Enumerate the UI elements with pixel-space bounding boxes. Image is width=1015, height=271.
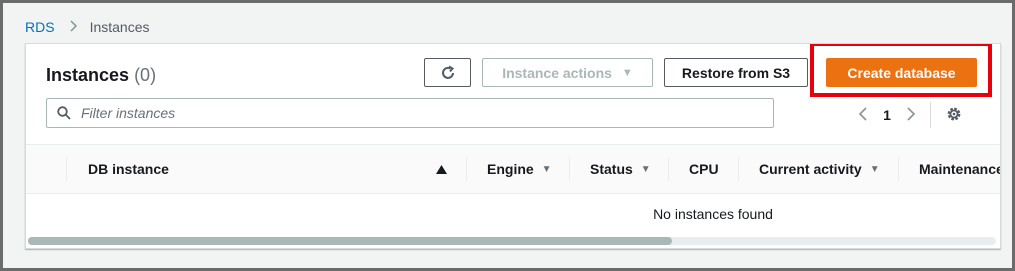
title-text: Instances [46, 65, 130, 85]
column-divider [66, 157, 67, 181]
refresh-icon [441, 65, 454, 79]
next-page-button[interactable] [900, 105, 922, 126]
breadcrumb: RDS Instances [25, 19, 150, 35]
pagination: 1 [852, 102, 963, 128]
table-header: DB instance Engine ▼ Status ▼ CPU Curren… [26, 144, 1000, 194]
current-page[interactable]: 1 [874, 107, 900, 123]
instance-actions-button[interactable]: Instance actions ▼ [482, 58, 653, 87]
chevron-right-icon [907, 106, 916, 121]
breadcrumb-rds-link[interactable]: RDS [25, 19, 55, 35]
column-divider [569, 157, 570, 181]
caret-down-icon: ▼ [621, 66, 633, 79]
settings-button[interactable] [945, 105, 963, 126]
column-divider [466, 157, 467, 181]
column-header-engine[interactable]: Engine ▼ [487, 145, 552, 193]
highlight-box [810, 44, 992, 97]
restore-from-s3-button[interactable]: Restore from S3 [664, 58, 808, 87]
instance-count: (0) [134, 65, 157, 85]
column-header-db-instance[interactable]: DB instance [88, 145, 169, 193]
column-label: Current activity [759, 161, 862, 177]
column-label: Maintenance [919, 161, 1001, 177]
sort-ascending-icon[interactable] [436, 145, 447, 193]
caret-down-icon: ▼ [869, 163, 880, 175]
search-field[interactable] [46, 98, 774, 128]
instances-panel: Instances (0) Instance actions ▼ Restore… [25, 43, 1001, 249]
caret-down-icon: ▼ [541, 163, 552, 175]
horizontal-scrollbar[interactable] [28, 237, 996, 245]
search-icon [57, 106, 71, 120]
column-label: Engine [487, 161, 534, 177]
column-header-cpu[interactable]: CPU [689, 145, 719, 193]
page-title: Instances (0) [46, 65, 156, 86]
column-divider [738, 157, 739, 181]
gear-icon [947, 107, 961, 120]
scrollbar-thumb[interactable] [28, 237, 672, 245]
column-divider [898, 157, 899, 181]
chevron-right-icon [70, 19, 78, 35]
column-label: Status [590, 161, 633, 177]
search-input[interactable] [79, 104, 723, 122]
column-header-current-activity[interactable]: Current activity ▼ [759, 145, 880, 193]
column-label: DB instance [88, 161, 169, 177]
instance-actions-label: Instance actions [502, 64, 612, 81]
pagination-divider [930, 102, 931, 128]
refresh-button[interactable] [424, 58, 471, 87]
column-header-status[interactable]: Status ▼ [590, 145, 651, 193]
empty-state-message: No instances found [653, 206, 773, 222]
chevron-left-icon [858, 106, 867, 121]
breadcrumb-current: Instances [89, 19, 150, 35]
previous-page-button[interactable] [852, 105, 874, 126]
caret-down-icon: ▼ [640, 163, 651, 175]
column-header-maintenance[interactable]: Maintenance [919, 145, 1001, 193]
column-divider [668, 157, 669, 181]
column-label: CPU [689, 161, 719, 177]
